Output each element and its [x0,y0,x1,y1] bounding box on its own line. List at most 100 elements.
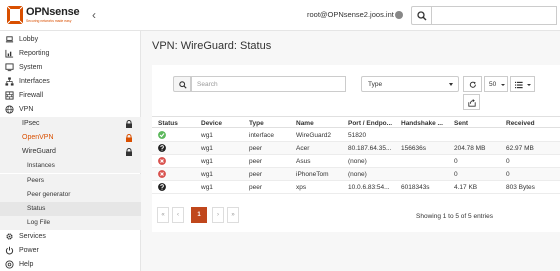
sidebar-item-label: System [19,64,43,71]
column-header-device[interactable]: Device [201,120,245,127]
column-header-sent[interactable]: Sent [454,120,502,127]
cell-type: peer [249,145,263,152]
opnsense-logo[interactable]: OPNsense Securing networks made easy [6,5,86,25]
sidebar-item-ipsec[interactable]: IPsec [0,117,141,131]
column-header-received[interactable]: Received [506,120,556,127]
sidebar-item-wireguard[interactable]: WireGuard [0,145,141,159]
sidebar-item-label: VPN [19,106,34,113]
cell-name: xps [296,184,307,191]
table-row[interactable]: wg1 interface WireGuard2 51820 [152,129,560,142]
cell-sent: 4.17 KB [454,184,478,191]
page-size-value: 50 [489,81,497,88]
global-search-button[interactable] [411,6,432,25]
type-filter-select[interactable]: Type [361,76,459,92]
cell-name: Acer [296,145,310,152]
pagination-page-button[interactable]: 1 [191,207,207,223]
sidebar-item-reporting[interactable]: Reporting [0,47,141,61]
table-row[interactable]: wg1 peer Acer 80.187.64.35... 156636s 204.78 … [152,142,560,155]
cell-sent: 0 [454,171,458,178]
pagination-prev-button[interactable]: ‹ [172,207,184,223]
sidebar-item-services[interactable]: Services [0,230,141,244]
cell-handshake: 6018343s [401,184,430,191]
lock-icon [126,120,132,128]
sidebar-item-peer-generator[interactable]: Peer generator [0,188,141,202]
column-header-status[interactable]: Status [158,120,198,127]
cell-name: WireGuard2 [296,132,332,139]
sidebar-item-vpn[interactable]: VPN [0,103,141,117]
pagination-next-button[interactable]: › [212,207,224,223]
sidebar-item-label: Peers [27,177,44,184]
sidebar-item-label: Peer generator [27,191,71,198]
search-placeholder: Search [197,81,218,88]
sidebar-item-label: Interfaces [19,78,50,85]
pagination-info: Showing 1 to 5 of 5 entries [416,213,493,220]
table-row[interactable]: wg1 peer iPhoneTom (none) 0 0 [152,168,560,181]
globe-icon [5,105,14,114]
cell-device: wg1 [201,145,213,152]
cell-device: wg1 [201,184,213,191]
table-row[interactable]: wg1 peer Asus (none) 0 0 [152,155,560,168]
computer-icon [5,63,14,72]
sidebar-item-system[interactable]: System [0,61,141,75]
column-header-type[interactable]: Type [249,120,293,127]
table-search-input[interactable]: Search [191,76,346,92]
sidebar-item-label: Reporting [19,50,50,57]
chevron-down-icon [449,83,453,86]
cell-type: peer [249,184,263,191]
sidebar: Lobby Reporting System Interfaces Firewa… [0,31,141,271]
table-row[interactable]: wg1 peer xps 10.0.6.83:54... 6018343s 4.17 KB… [152,181,560,194]
laptop-icon [5,36,14,43]
pagination-last-button[interactable]: » [227,207,239,223]
sidebar-item-label: WireGuard [22,148,56,155]
sidebar-item-label: Power [19,247,39,254]
column-selector-button[interactable] [510,76,535,92]
sidebar-item-instances[interactable]: Instances [0,159,141,173]
lock-icon [126,134,132,142]
opnsense-logo-icon [6,5,24,25]
cell-handshake: 156636s [401,145,426,152]
global-search-input[interactable] [432,6,557,25]
page-size-button[interactable]: 50 [484,76,508,92]
sidebar-item-label: Instances [27,162,55,169]
user-account[interactable]: root@OPNsense2.joos.int [307,10,394,19]
sidebar-item-firewall[interactable]: Firewall [0,89,141,103]
cell-received: 0 [506,171,510,178]
error-circle-icon [158,170,166,178]
cell-port: (none) [348,158,367,165]
fire-icon [5,91,14,100]
cell-received: 0 [506,158,510,165]
sidebar-item-openvpn[interactable]: OpenVPN [0,131,141,145]
logo-tagline: Securing networks made easy [26,19,72,23]
sidebar-item-status[interactable]: Status [0,202,141,216]
cell-device: wg1 [201,158,213,165]
top-bar: OPNsense Securing networks made easy ‹ r… [0,0,560,31]
column-header-handshake[interactable]: Handshake ... [401,120,451,127]
cell-sent: 0 [454,158,458,165]
sidebar-item-log-file[interactable]: Log File [0,216,141,230]
pagination-first-button[interactable]: « [157,207,169,223]
cell-name: Asus [296,158,311,165]
system-status-icon[interactable] [395,11,403,19]
cell-sent: 204.78 MB [454,145,486,152]
sidebar-item-label: Log File [27,219,51,226]
sidebar-item-interfaces[interactable]: Interfaces [0,75,141,89]
export-button[interactable] [463,94,480,110]
power-icon [5,246,14,255]
sidebar-item-power[interactable]: Power [0,244,141,258]
column-header-name[interactable]: Name [296,120,344,127]
cell-device: wg1 [201,171,213,178]
table-search-button[interactable] [173,76,191,92]
column-header-port-endpoint[interactable]: Port / Endpo... [348,120,400,127]
help-icon [5,260,14,269]
sidebar-item-help[interactable]: Help [0,258,141,271]
refresh-button[interactable] [463,76,482,92]
export-icon [468,99,476,107]
search-icon [417,11,427,21]
refresh-icon [469,81,476,88]
sidebar-item-lobby[interactable]: Lobby [0,33,141,47]
page-title: VPN: WireGuard: Status [152,40,272,52]
chevron-down-icon [527,84,531,86]
sidebar-item-peers[interactable]: Peers [0,174,141,188]
type-filter-label: Type [368,81,383,88]
collapse-sidebar-icon[interactable]: ‹ [92,8,96,22]
